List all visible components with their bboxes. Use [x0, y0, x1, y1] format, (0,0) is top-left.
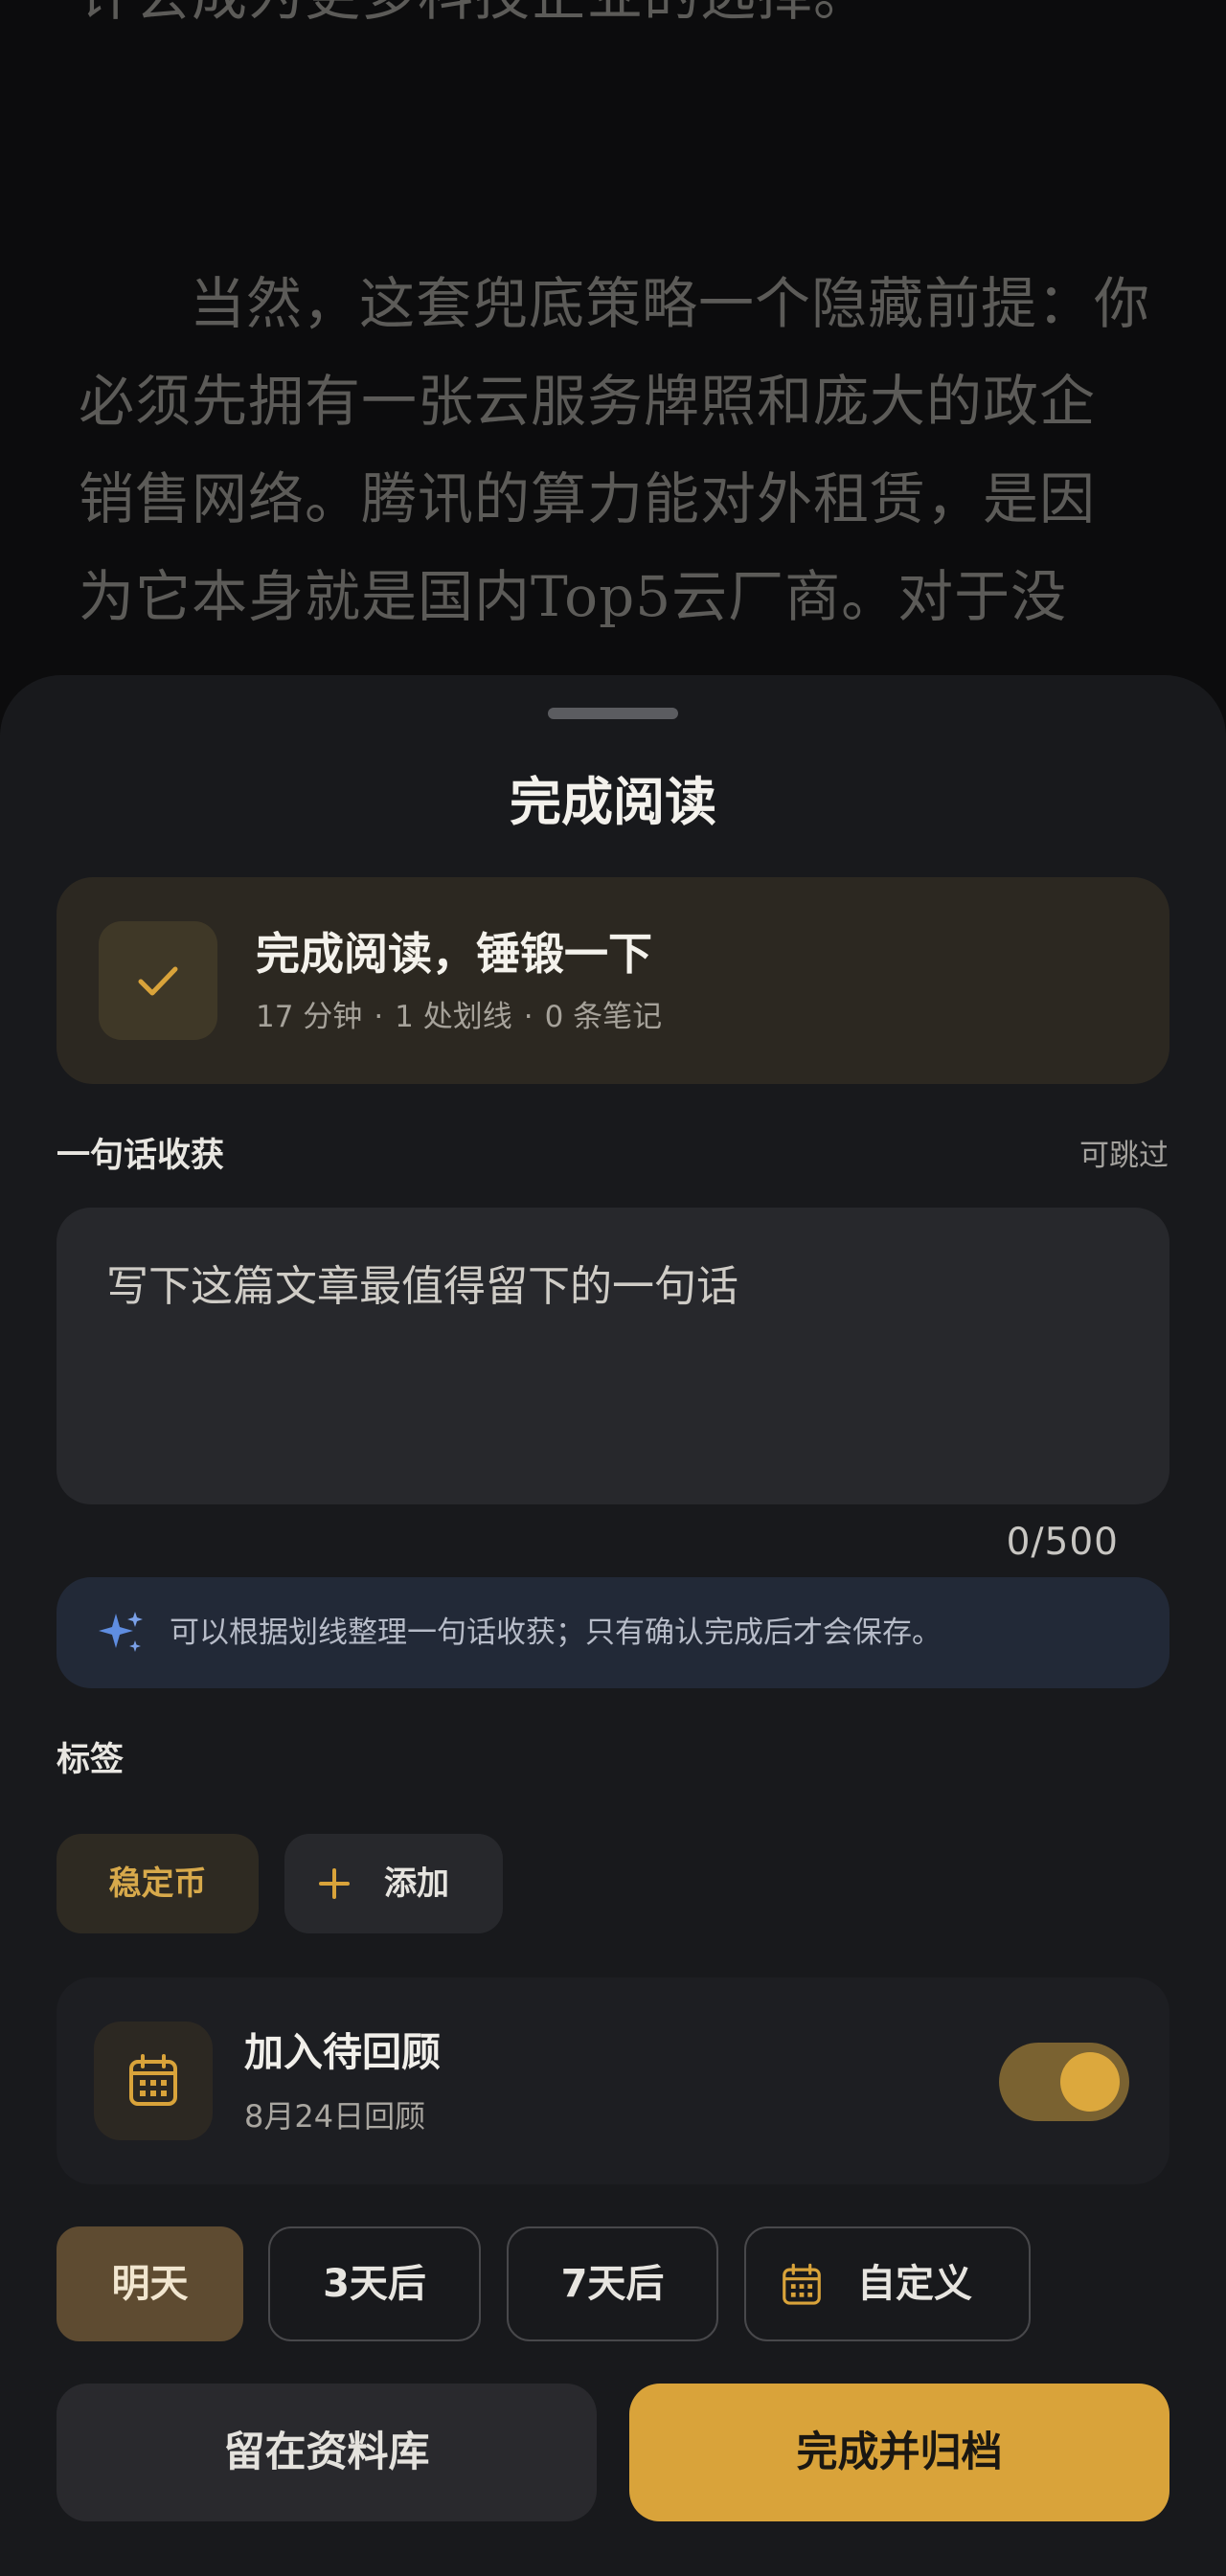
- article-paragraph: 许会成为更多科技企业的选择。: [79, 0, 1151, 44]
- date-option-3-days[interactable]: 3天后: [268, 2226, 481, 2341]
- add-tag-button[interactable]: 添加: [284, 1834, 503, 1933]
- tags-label: 标签: [57, 1741, 125, 1779]
- keep-in-library-button[interactable]: 留在资料库: [57, 2384, 597, 2521]
- highlight-count: 1 处划线: [395, 1000, 512, 1034]
- tag-chip[interactable]: 稳定币: [57, 1834, 259, 1933]
- review-date: 8月24日回顾: [244, 2098, 426, 2135]
- check-icon: [99, 921, 217, 1040]
- review-title: 加入待回顾: [244, 2029, 441, 2075]
- finish-reading-sheet: 完成阅读 完成阅读，锤锻一下 17 分钟 · 1 处划线 · 0 条笔记 一句话收获 可…: [0, 675, 1226, 2576]
- takeaway-label: 一句话收获: [57, 1137, 225, 1175]
- toggle-knob: [1060, 2052, 1120, 2112]
- separator: ·: [374, 1000, 384, 1034]
- finish-and-archive-button[interactable]: 完成并归档: [629, 2384, 1169, 2521]
- date-option-tomorrow[interactable]: 明天: [57, 2226, 243, 2341]
- hint-text: 可以根据划线整理一句话收获；只有确认完成后才会保存。: [170, 1616, 942, 1650]
- takeaway-input[interactable]: [57, 1208, 1169, 1504]
- reading-duration: 17 分钟: [256, 1000, 363, 1034]
- character-counter: 0/500: [1006, 1521, 1119, 1564]
- sheet-title: 完成阅读: [510, 772, 716, 832]
- sheet-grabber[interactable]: [548, 708, 678, 719]
- article-paragraph: 当然，这套兜底策略一个隐藏前提：你必须先拥有一张云服务牌照和庞大的政企销售网络。…: [79, 271, 1151, 629]
- date-option-7-days[interactable]: 7天后: [507, 2226, 718, 2341]
- date-option-custom[interactable]: 自定义: [744, 2226, 1031, 2341]
- separator: ·: [523, 1000, 534, 1034]
- add-tag-label: 添加: [384, 1864, 449, 1903]
- custom-date-label: 自定义: [857, 2262, 972, 2306]
- calendar-icon: [94, 2022, 213, 2140]
- calendar-icon: [783, 2263, 821, 2305]
- sparkle-icon: [99, 1612, 143, 1652]
- summary-stats: 17 分钟 · 1 处划线 · 0 条笔记: [256, 998, 662, 1036]
- note-count: 0 条笔记: [544, 1000, 663, 1034]
- summary-title: 完成阅读，锤锻一下: [256, 928, 652, 980]
- article-background: 许会成为更多科技企业的选择。 当然，这套兜底策略一个隐藏前提：你必须先拥有一张云…: [0, 0, 1226, 728]
- reading-summary-card: 完成阅读，锤锻一下 17 分钟 · 1 处划线 · 0 条笔记: [57, 877, 1169, 1084]
- plus-icon: [319, 1868, 350, 1899]
- review-toggle[interactable]: [999, 2043, 1129, 2121]
- review-reminder-card: 加入待回顾 8月24日回顾: [57, 1977, 1169, 2184]
- skip-link[interactable]: 可跳过: [1079, 1134, 1169, 1178]
- hint-banner: 可以根据划线整理一句话收获；只有确认完成后才会保存。: [57, 1577, 1169, 1688]
